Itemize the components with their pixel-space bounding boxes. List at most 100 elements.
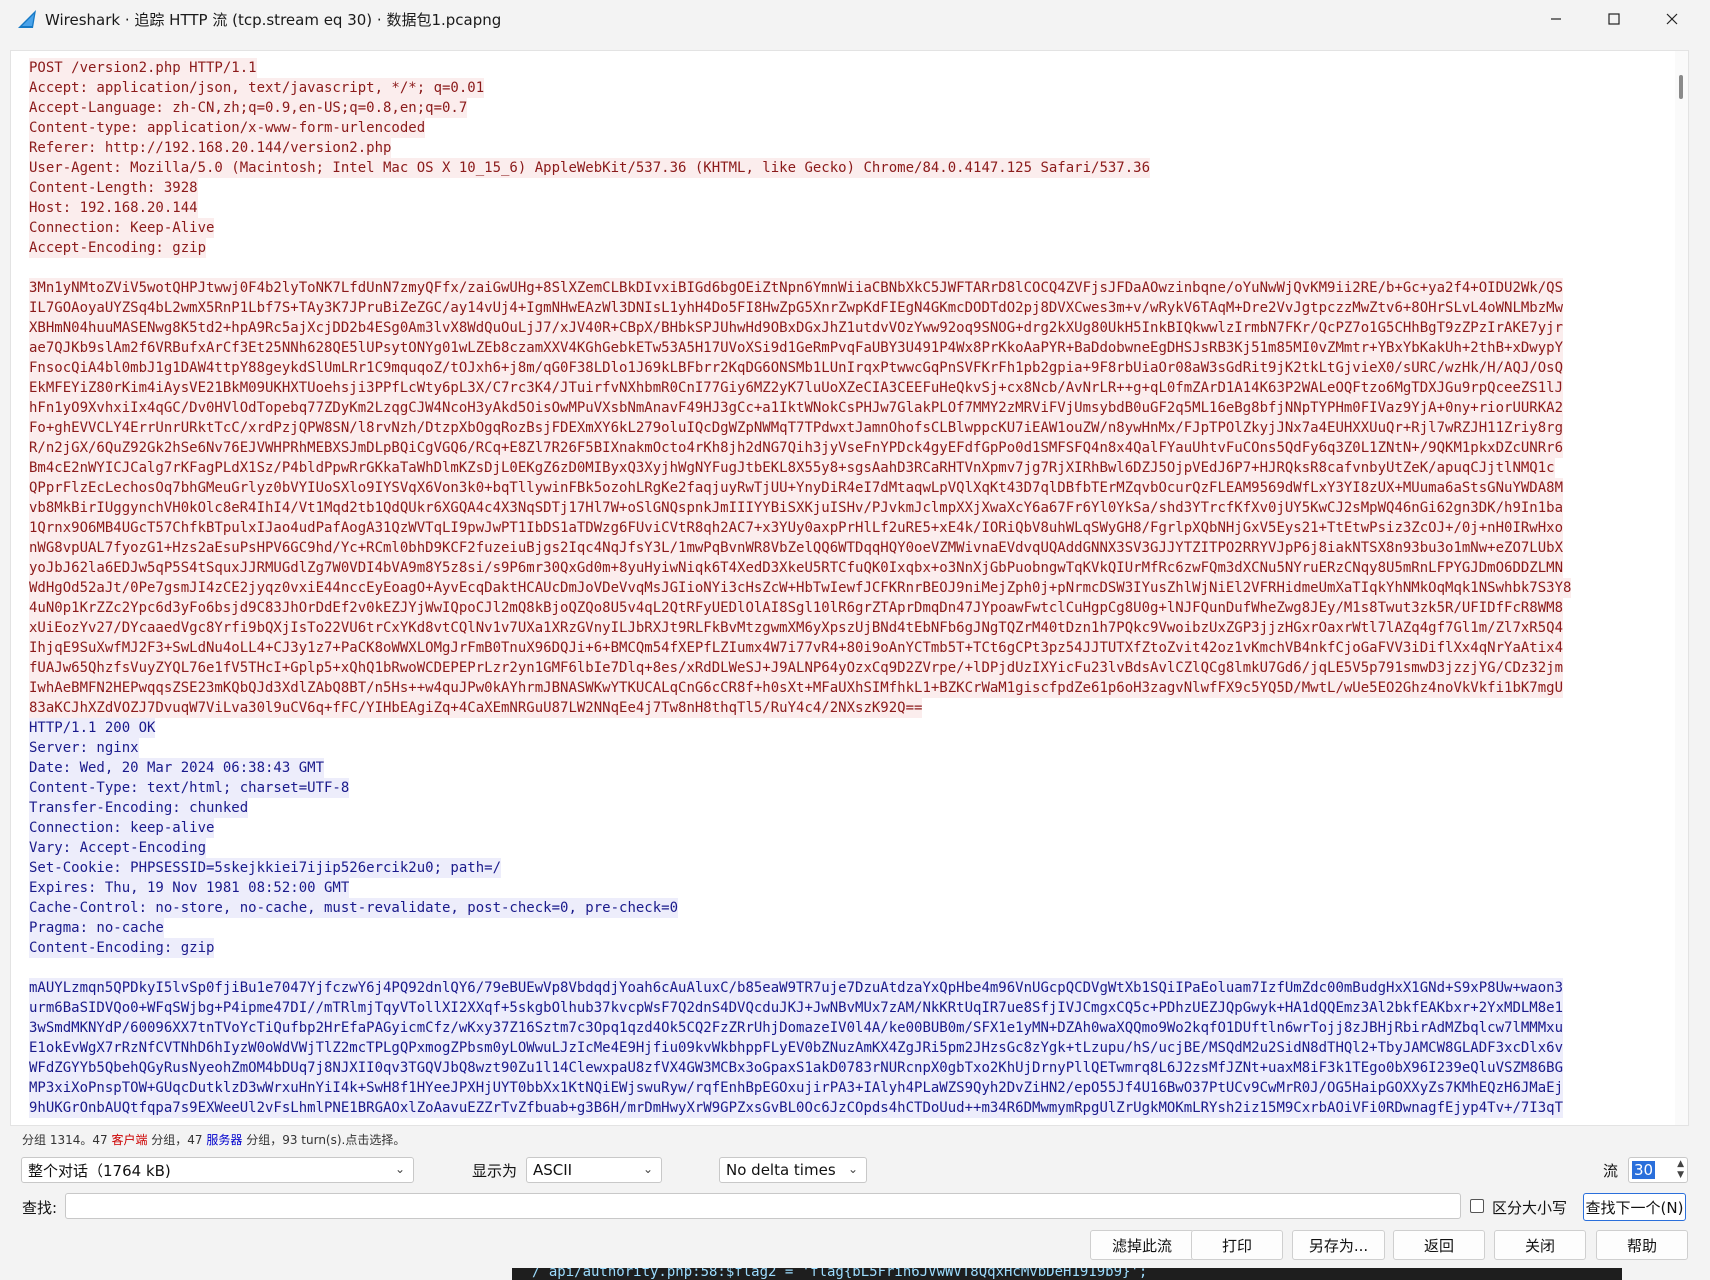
request-body-line-row: IwhAeBMFN2HEPwqqsZSE23mKQbQJd3XdlZAbQ8BT… (29, 678, 1669, 698)
spin-up-icon[interactable]: ▲ (1677, 1159, 1684, 1169)
scrollbar-thumb[interactable] (1679, 75, 1683, 99)
request-header-line-row: POST /version2.php HTTP/1.1 (29, 58, 1669, 78)
response-header-line: HTTP/1.1 200 OK (29, 718, 156, 738)
response-body-line: 3wSmdMKNYdP/60096XX7tnTVoYcTiQufbp2HrEfa… (29, 1018, 1564, 1038)
request-header-line-row: Connection: Keep-Alive (29, 218, 1669, 238)
request-body-line-row: R/n2jGX/6QuZ92Gk2hSe6Nv76EJVWHPRhMEBXSJm… (29, 438, 1669, 458)
request-header-line-row: Accept: application/json, text/javascrip… (29, 78, 1669, 98)
case-sensitive-label[interactable]: 区分大小写 (1492, 1197, 1567, 1218)
request-body-line: nWG8vpUAL7fyozG1+Hzs2aEsuPsHPV6GC9hd/Yc+… (29, 538, 1564, 558)
vertical-scrollbar[interactable] (1675, 51, 1688, 1125)
conversation-select-value: 整个对话（1764 kB) (28, 1161, 171, 1180)
display-format-value: ASCII (533, 1161, 573, 1179)
request-body-line-row: xUiEozYv27/DYcaaedVgc8Yrfi9bQXjIsTo22VU6… (29, 618, 1669, 638)
response-header-line-row: Vary: Accept-Encoding (29, 838, 1669, 858)
response-body: mAUYLzmqn5QPDkyI5lvSp0fjiBu1e7047YjfczwY… (29, 978, 1669, 1118)
display-format-select[interactable]: ASCII ⌄ (526, 1157, 662, 1183)
stream-number-value[interactable]: 30 (1632, 1161, 1656, 1179)
response-body-line: urm6BaSIDVQo0+WFqSWjbg+P4ipme47DI//mTRlm… (29, 998, 1564, 1018)
request-header-line: Referer: http://192.168.20.144/version2.… (29, 138, 392, 158)
request-body-line-row: Fo+ghEVVCLY4ErrUnrURktTcC/xrdPzjQPW8SN/l… (29, 418, 1669, 438)
chevron-down-icon: ⌄ (394, 1162, 405, 1176)
summary-suffix: 分组，93 turn(s).点击选择。 (242, 1133, 406, 1147)
response-headers: HTTP/1.1 200 OK Server: nginx Date: Wed, 2… (29, 718, 1669, 958)
request-body-line-row: ae7QJKb9slAm2f6VRBufxArCf3Et25NNh628QE5l… (29, 338, 1669, 358)
response-header-line-row: Set-Cookie: PHPSESSID=5skejkkiei7ijip526… (29, 858, 1669, 878)
maximize-button[interactable] (1585, 0, 1643, 38)
request-header-line-row: Accept-Language: zh-CN,zh;q=0.9,en-US;q=… (29, 98, 1669, 118)
request-header-line: Accept: application/json, text/javascrip… (29, 78, 485, 98)
server-label[interactable]: 服务器 (206, 1133, 242, 1147)
find-label: 查找: (22, 1199, 58, 1217)
summary-prefix: 分组 1314。47 (22, 1133, 112, 1147)
close-button[interactable]: 关闭 (1494, 1230, 1586, 1260)
response-body-line-row: WFdZGYYb5QbehQGyRusNyeohZmOM4bDUq7j8NJXI… (29, 1058, 1669, 1078)
wireshark-fin-icon (18, 10, 36, 28)
request-header-line: Host: 192.168.20.144 (29, 198, 198, 218)
request-body-line: ae7QJKb9slAm2f6VRBufxArCf3Et25NNh628QE5l… (29, 338, 1564, 358)
response-header-line: Content-Type: text/html; charset=UTF-8 (29, 778, 350, 798)
request-body-line: yoJbJ62la6EDJw5qP5S4tSquxJJRMUGdlZg7W0VD… (29, 558, 1564, 578)
response-header-line-row: Pragma: no-cache (29, 918, 1669, 938)
request-body-line-row: vb8MkBirIUggynchVH0kOlc8eR4IhI4/Vt1Mqd2t… (29, 498, 1669, 518)
find-next-button[interactable]: 查找下一个(N) (1583, 1193, 1686, 1221)
spin-down-icon[interactable]: ▼ (1677, 1170, 1684, 1180)
print-button[interactable]: 打印 (1191, 1230, 1283, 1260)
request-body-line-row: nWG8vpUAL7fyozG1+Hzs2aEsuPsHPV6GC9hd/Yc+… (29, 538, 1669, 558)
request-header-line: User-Agent: Mozilla/5.0 (Macintosh; Inte… (29, 158, 1151, 178)
conversation-select[interactable]: 整个对话（1764 kB) ⌄ (21, 1157, 414, 1183)
filter-out-stream-button[interactable]: 滤掉此流 (1090, 1230, 1194, 1260)
request-body-line: 3Mn1yNMtoZViV5wotQHPJtwwj0F4b2lyToNK7Lfd… (29, 278, 1564, 298)
find-input[interactable] (65, 1193, 1461, 1219)
response-header-line-row: Content-Type: text/html; charset=UTF-8 (29, 778, 1669, 798)
request-header-line-row: User-Agent: Mozilla/5.0 (Macintosh; Inte… (29, 158, 1669, 178)
request-body-line-row: yoJbJ62la6EDJw5qP5S4tSquxJJRMUGdlZg7W0VD… (29, 558, 1669, 578)
response-body-line-row: 9hUKGrOnbAUQtfqpa7s9EXWeeUl2vFsLhmlPNE1B… (29, 1098, 1669, 1118)
response-header-line-row: Server: nginx (29, 738, 1669, 758)
response-header-line-row: Connection: keep-alive (29, 818, 1669, 838)
response-body-line-row: E1okEvWgX7rRzNfCVTNhD6hIyzW0oWdVWjTlZ2mc… (29, 1038, 1669, 1058)
delta-times-select[interactable]: No delta times ⌄ (719, 1157, 867, 1183)
back-button[interactable]: 返回 (1393, 1230, 1485, 1260)
request-body-line: xUiEozYv27/DYcaaedVgc8Yrfi9bQXjIsTo22VU6… (29, 618, 1564, 638)
request-body-line-row: XBHmN04huuMASENwg8K5td2+hpA9Rc5ajXcjDD2b… (29, 318, 1669, 338)
response-header-line: Cache-Control: no-store, no-cache, must-… (29, 898, 679, 918)
response-header-line: Set-Cookie: PHPSESSID=5skejkkiei7ijip526… (29, 858, 502, 878)
request-body-line: vb8MkBirIUggynchVH0kOlc8eR4IhI4/Vt1Mqd2t… (29, 498, 1564, 518)
save-as-button[interactable]: 另存为... (1292, 1230, 1385, 1260)
request-header-line: Content-type: application/x-www-form-url… (29, 118, 426, 138)
close-icon (1666, 13, 1678, 25)
request-header-line: Accept-Language: zh-CN,zh;q=0.9,en-US;q=… (29, 98, 468, 118)
request-body-line: 83aKCJhXZdVOZJ7DvuqW7ViLva30l9uCV6q+fFC/… (29, 698, 923, 718)
response-header-line-row: Cache-Control: no-store, no-cache, must-… (29, 898, 1669, 918)
request-body-line-row: FnsocQiA4bl0mbJ1g1DAW4ttpY88geykdSlUmLRr… (29, 358, 1669, 378)
stream-text[interactable]: POST /version2.php HTTP/1.1 Accept: appli… (29, 58, 1669, 1118)
response-body-line: mAUYLzmqn5QPDkyI5lvSp0fjiBu1e7047YjfczwY… (29, 978, 1564, 998)
response-body-line: MP3xiXoPnspTOW+GUqcDutklzD3wWrxuHnYiI4k+… (29, 1078, 1564, 1098)
background-code-text: / api/authority.php:58:$flag2 = 'flag{bL… (532, 1268, 1148, 1280)
request-body-line: 1Qrnx9O6MB4UGcT57ChfkBTpulxIJao4udPafAog… (29, 518, 1564, 538)
response-header-line: Server: nginx (29, 738, 139, 758)
request-body-line: IwhAeBMFN2HEPwqqsZSE23mKQbQJd3XdlZAbQ8BT… (29, 678, 1564, 698)
response-header-line-row: HTTP/1.1 200 OK (29, 718, 1669, 738)
response-header-line: Vary: Accept-Encoding (29, 838, 207, 858)
request-body-line-row: 3Mn1yNMtoZViV5wotQHPJtwwj0F4b2lyToNK7Lfd… (29, 278, 1669, 298)
response-header-line-row: Content-Encoding: gzip (29, 938, 1669, 958)
request-body-line-row: hFn1yO9XvhxiIx4qGC/Dv0HVlOdTopebq77ZDyKm… (29, 398, 1669, 418)
help-button[interactable]: 帮助 (1596, 1230, 1688, 1260)
request-body-line-row: QPprFlzEcLechosOq7bhGMeuGrlyz0bVYIUoSXlo… (29, 478, 1669, 498)
request-body-line: Bm4cE2nWYICJCalg7rKFagPLdX1Sz/P4bldPpwRr… (29, 458, 1555, 478)
request-body-line-row: 4uN0p1KrZZc2Ypc6d3yFo6bsjd9C83JhOrDdEf2v… (29, 598, 1669, 618)
minimize-button[interactable] (1527, 0, 1585, 38)
background-editor-peek: / api/authority.php:58:$flag2 = 'flag{bL… (512, 1268, 1622, 1280)
minimize-icon (1551, 18, 1561, 20)
client-label[interactable]: 客户端 (111, 1133, 147, 1147)
request-header-line: Content-Length: 3928 (29, 178, 198, 198)
chevron-down-icon: ⌄ (847, 1162, 858, 1176)
stream-content-pane[interactable]: POST /version2.php HTTP/1.1 Accept: appli… (10, 50, 1689, 1126)
stream-number-spinbox[interactable]: 30 ▲ ▼ (1628, 1157, 1688, 1183)
close-window-button[interactable] (1643, 0, 1701, 38)
case-sensitive-checkbox[interactable] (1470, 1199, 1484, 1213)
request-header-line: Connection: Keep-Alive (29, 218, 215, 238)
response-header-line: Pragma: no-cache (29, 918, 164, 938)
